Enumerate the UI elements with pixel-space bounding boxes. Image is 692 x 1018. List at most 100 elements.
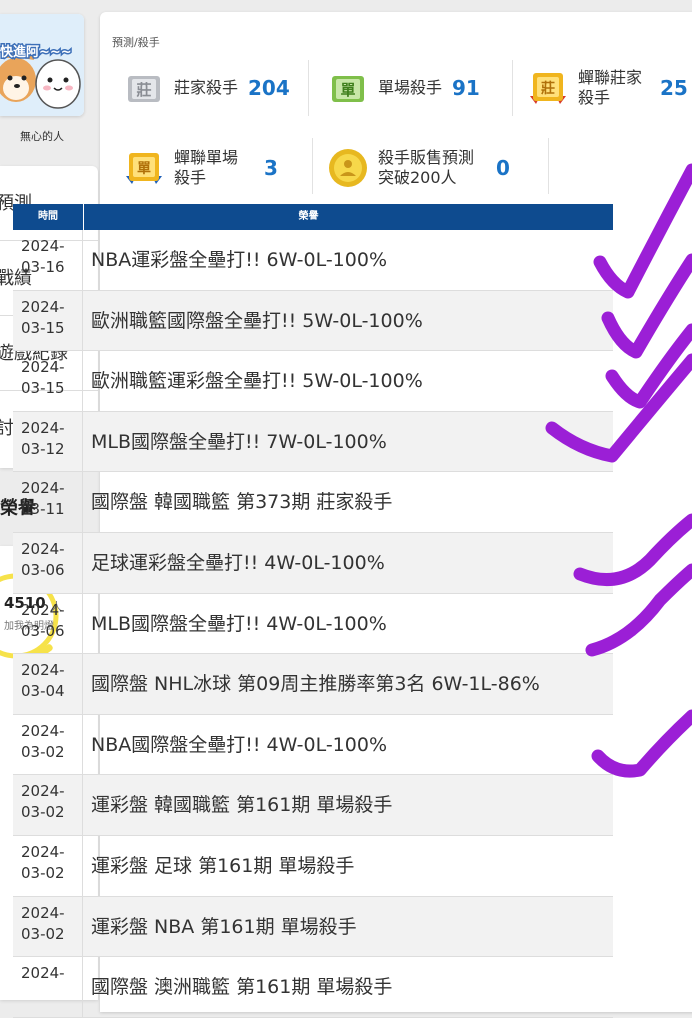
date-month-day: 03-02 xyxy=(21,924,65,943)
date-month-day: 03-02 xyxy=(21,803,65,822)
stat-label: 莊家殺手 xyxy=(174,78,239,97)
stat-label: 蟬聯莊家 殺手 xyxy=(578,68,642,108)
date-year: 2024- xyxy=(21,479,65,498)
date-cell: 2024- 03-04 xyxy=(13,654,83,714)
honor-cell: 運彩盤 韓國職籃 第161期 單場殺手 xyxy=(91,794,393,817)
banker-silver-badge-icon: 莊 xyxy=(128,76,160,102)
date-cell: 2024- 03-11 xyxy=(13,472,83,532)
table-row: 2024- 03-15 歐洲職籃國際盤全壘打!! 5W-0L-100% xyxy=(13,290,613,352)
honor-cell: 歐洲職籃運彩盤全壘打!! 5W-0L-100% xyxy=(91,370,423,393)
divider xyxy=(312,138,313,194)
table-body: 2024- 03-16 NBA運彩盤全壘打!! 6W-0L-100% 2024- 03-… xyxy=(13,230,613,1018)
date-year: 2024- xyxy=(21,418,65,437)
stat-value: 25 xyxy=(660,76,688,100)
single-green-badge-icon: 單 xyxy=(332,76,364,102)
column-header-date: 時間 xyxy=(13,204,84,230)
honor-cell: NBA國際盤全壘打!! 4W-0L-100% xyxy=(91,733,387,756)
date-month-day: 03-15 xyxy=(21,379,65,398)
date-year: 2024- xyxy=(21,539,65,558)
gold-coin-icon xyxy=(329,149,367,187)
table-row: 2024- 03-12 MLB國際盤全壘打!! 7W-0L-100% xyxy=(13,411,613,473)
banker-gold-badge-icon: 莊 xyxy=(530,73,566,104)
stat-label-line: 蟬聯單場 xyxy=(174,148,239,167)
stat-value: 3 xyxy=(264,156,278,180)
date-year: 2024- xyxy=(21,661,65,680)
date-cell: 2024- xyxy=(13,957,83,1017)
honor-cell: NBA運彩盤全壘打!! 6W-0L-100% xyxy=(91,249,387,271)
stat-banker-killer: 莊 莊家殺手 204 xyxy=(122,58,290,118)
badge-glyph: 莊 xyxy=(541,80,555,97)
table-row: 2024- 03-02 NBA國際盤全壘打!! 4W-0L-100% xyxy=(13,714,613,776)
table-row: 2024- 03-06 MLB國際盤全壘打!! 4W-0L-100% xyxy=(13,593,613,655)
stat-label-line: 殺手販售預測 xyxy=(378,148,475,167)
date-year: 2024- xyxy=(21,964,65,983)
date-cell: 2024- 03-16 xyxy=(13,230,83,290)
date-month-day: 03-02 xyxy=(21,742,65,761)
table-row: 2024- 國際盤 澳洲職籃 第161期 單場殺手 xyxy=(13,957,613,1018)
honor-cell: 運彩盤 NBA 第161期 單場殺手 xyxy=(91,915,357,938)
single-gold-badge-icon: 單 xyxy=(126,153,162,184)
date-cell: 2024- 03-02 xyxy=(13,714,83,775)
table-row: 2024- 03-04 國際盤 NHL冰球 第09周主推勝率第3名 6W-1L-86… xyxy=(13,654,613,715)
stat-label-line: 突破200人 xyxy=(378,168,457,187)
table-row: 2024- 03-02 運彩盤 NBA 第161期 單場殺手 xyxy=(13,896,613,958)
date-month-day: 03-06 xyxy=(21,560,65,579)
date-year: 2024- xyxy=(21,358,65,377)
divider xyxy=(512,60,513,116)
honor-cell: MLB國際盤全壘打!! 4W-0L-100% xyxy=(91,612,387,635)
honor-cell: 國際盤 韓國職籃 第373期 莊家殺手 xyxy=(91,491,393,514)
stat-label: 單場殺手 xyxy=(378,78,443,97)
table-row: 2024- 03-16 NBA運彩盤全壘打!! 6W-0L-100% xyxy=(13,230,613,291)
date-month-day: 03-15 xyxy=(21,318,65,337)
avatar[interactable]: 快進阿~~~ xyxy=(0,14,84,116)
badge-glyph: 單 xyxy=(340,81,355,99)
date-year: 2024- xyxy=(21,903,65,922)
date-year: 2024- xyxy=(21,600,65,619)
date-month-day: 03-02 xyxy=(21,863,65,882)
date-month-day: 03-06 xyxy=(21,621,65,640)
date-cell: 2024- 03-02 xyxy=(13,896,83,957)
stat-label-line: 蟬聯莊家 xyxy=(578,68,643,87)
breadcrumb[interactable]: 預測/殺手 xyxy=(112,34,160,50)
date-year: 2024- xyxy=(21,842,65,861)
stat-consecutive-single-killer: 單 蟬聯單場 殺手 3 xyxy=(122,138,278,198)
stat-sales-over-200: 殺手販售預測 突破200人 0 xyxy=(326,138,510,198)
date-month-day: 03-04 xyxy=(21,682,65,701)
stat-value: 204 xyxy=(248,76,290,100)
honor-cell: MLB國際盤全壘打!! 7W-0L-100% xyxy=(91,430,387,453)
date-year: 2024- xyxy=(21,237,65,255)
table-row: 2024- 03-02 運彩盤 足球 第161期 單場殺手 xyxy=(13,835,613,897)
table-row: 2024- 03-15 歐洲職籃運彩盤全壘打!! 5W-0L-100% xyxy=(13,351,613,412)
date-cell: 2024- 03-15 xyxy=(13,290,83,351)
honor-cell: 歐洲職籃國際盤全壘打!! 5W-0L-100% xyxy=(91,309,423,332)
stat-label: 蟬聯單場 殺手 xyxy=(174,148,238,188)
divider xyxy=(548,138,549,194)
date-year: 2024- xyxy=(21,721,65,740)
stat-label-line: 殺手 xyxy=(174,168,207,187)
table-row: 2024- 03-06 足球運彩盤全壘打!! 4W-0L-100% xyxy=(13,532,613,594)
stat-consecutive-banker-killer: 莊 蟬聯莊家 殺手 25 xyxy=(526,58,688,118)
date-year: 2024- xyxy=(21,297,65,316)
date-cell: 2024- 03-06 xyxy=(13,593,83,654)
date-cell: 2024- 03-15 xyxy=(13,351,83,411)
date-cell: 2024- 03-06 xyxy=(13,532,83,593)
date-cell: 2024- 03-02 xyxy=(13,775,83,835)
honor-table: 時間 榮譽 2024- 03-16 NBA運彩盤全壘打!! 6W-0L-100% 20… xyxy=(13,204,613,1018)
table-header: 時間 榮譽 xyxy=(13,204,613,230)
avatar-caption: 快進阿~~~ xyxy=(0,44,72,60)
avatar-illustration-icon: 快進阿~~~ xyxy=(0,14,84,116)
honor-cell: 國際盤 NHL冰球 第09周主推勝率第3名 6W-1L-86% xyxy=(91,673,540,696)
killer-stats: 莊 莊家殺手 204 單 單場殺手 91 莊 蟬聯莊家 殺手 25 單 蟬聯單場… xyxy=(112,56,692,202)
stat-label-line: 殺手 xyxy=(578,88,611,107)
badge-glyph: 莊 xyxy=(136,81,151,99)
stat-label: 殺手販售預測 突破200人 xyxy=(378,148,474,188)
badge-glyph: 單 xyxy=(137,161,151,177)
date-cell: 2024- 03-02 xyxy=(13,835,83,896)
date-month-day: 03-12 xyxy=(21,439,65,458)
username: 無心的人 xyxy=(20,130,64,143)
column-header-honor: 榮譽 xyxy=(298,211,319,222)
date-month-day: 03-11 xyxy=(21,500,65,519)
divider xyxy=(308,60,309,116)
table-row: 2024- 03-11 國際盤 韓國職籃 第373期 莊家殺手 xyxy=(13,472,613,533)
honor-cell: 足球運彩盤全壘打!! 4W-0L-100% xyxy=(91,551,385,574)
